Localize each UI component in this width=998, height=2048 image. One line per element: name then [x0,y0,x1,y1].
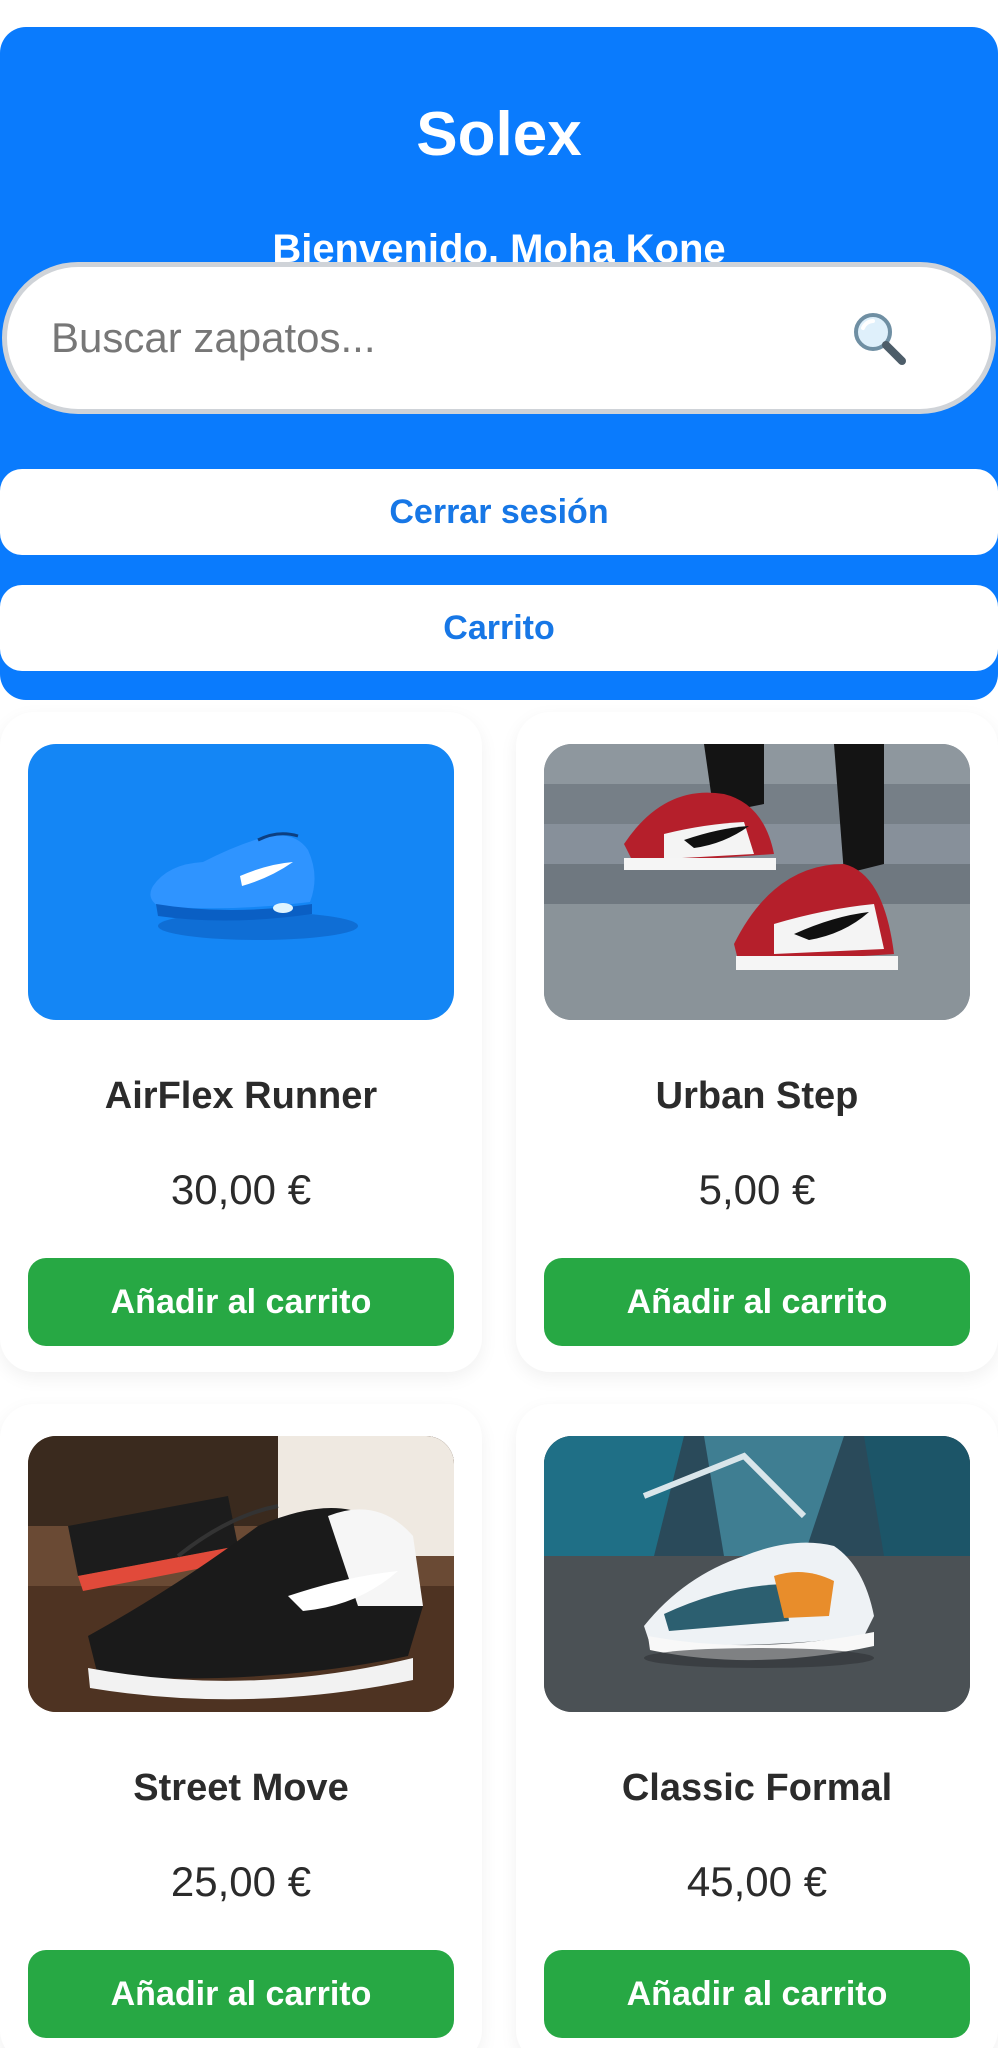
product-image[interactable] [28,744,454,1020]
add-to-cart-button[interactable]: Añadir al carrito [28,1258,454,1346]
product-name: Street Move [133,1767,349,1809]
product-card: Street Move 25,00 € Añadir al carrito [0,1404,482,2048]
product-price: 25,00 € [170,1858,312,1905]
product-price: 5,00 € [698,1166,816,1213]
product-price: 30,00 € [170,1166,312,1213]
add-to-cart-button[interactable]: Añadir al carrito [544,1950,970,2038]
search-bar[interactable] [2,262,996,414]
product-card: Urban Step 5,00 € Añadir al carrito [516,712,998,1372]
product-image[interactable] [544,1436,970,1712]
product-name: AirFlex Runner [104,1075,378,1117]
product-name: Classic Formal [621,1767,893,1809]
search-input[interactable] [51,314,849,362]
add-to-cart-button[interactable]: Añadir al carrito [28,1950,454,2038]
add-to-cart-button[interactable]: Añadir al carrito [544,1258,970,1346]
product-card: Classic Formal 45,00 € Añadir al carrito [516,1404,998,2048]
cart-button[interactable]: Carrito [0,585,998,671]
product-image[interactable] [28,1436,454,1712]
product-card: AirFlex Runner 30,00 € Añadir al carrito [0,712,482,1372]
logout-button[interactable]: Cerrar sesión [0,469,998,555]
product-name: Urban Step [655,1075,859,1117]
product-image[interactable] [544,744,970,1020]
search-icon[interactable] [849,308,909,368]
product-price: 45,00 € [686,1858,828,1905]
app-title: Solex [416,100,582,169]
